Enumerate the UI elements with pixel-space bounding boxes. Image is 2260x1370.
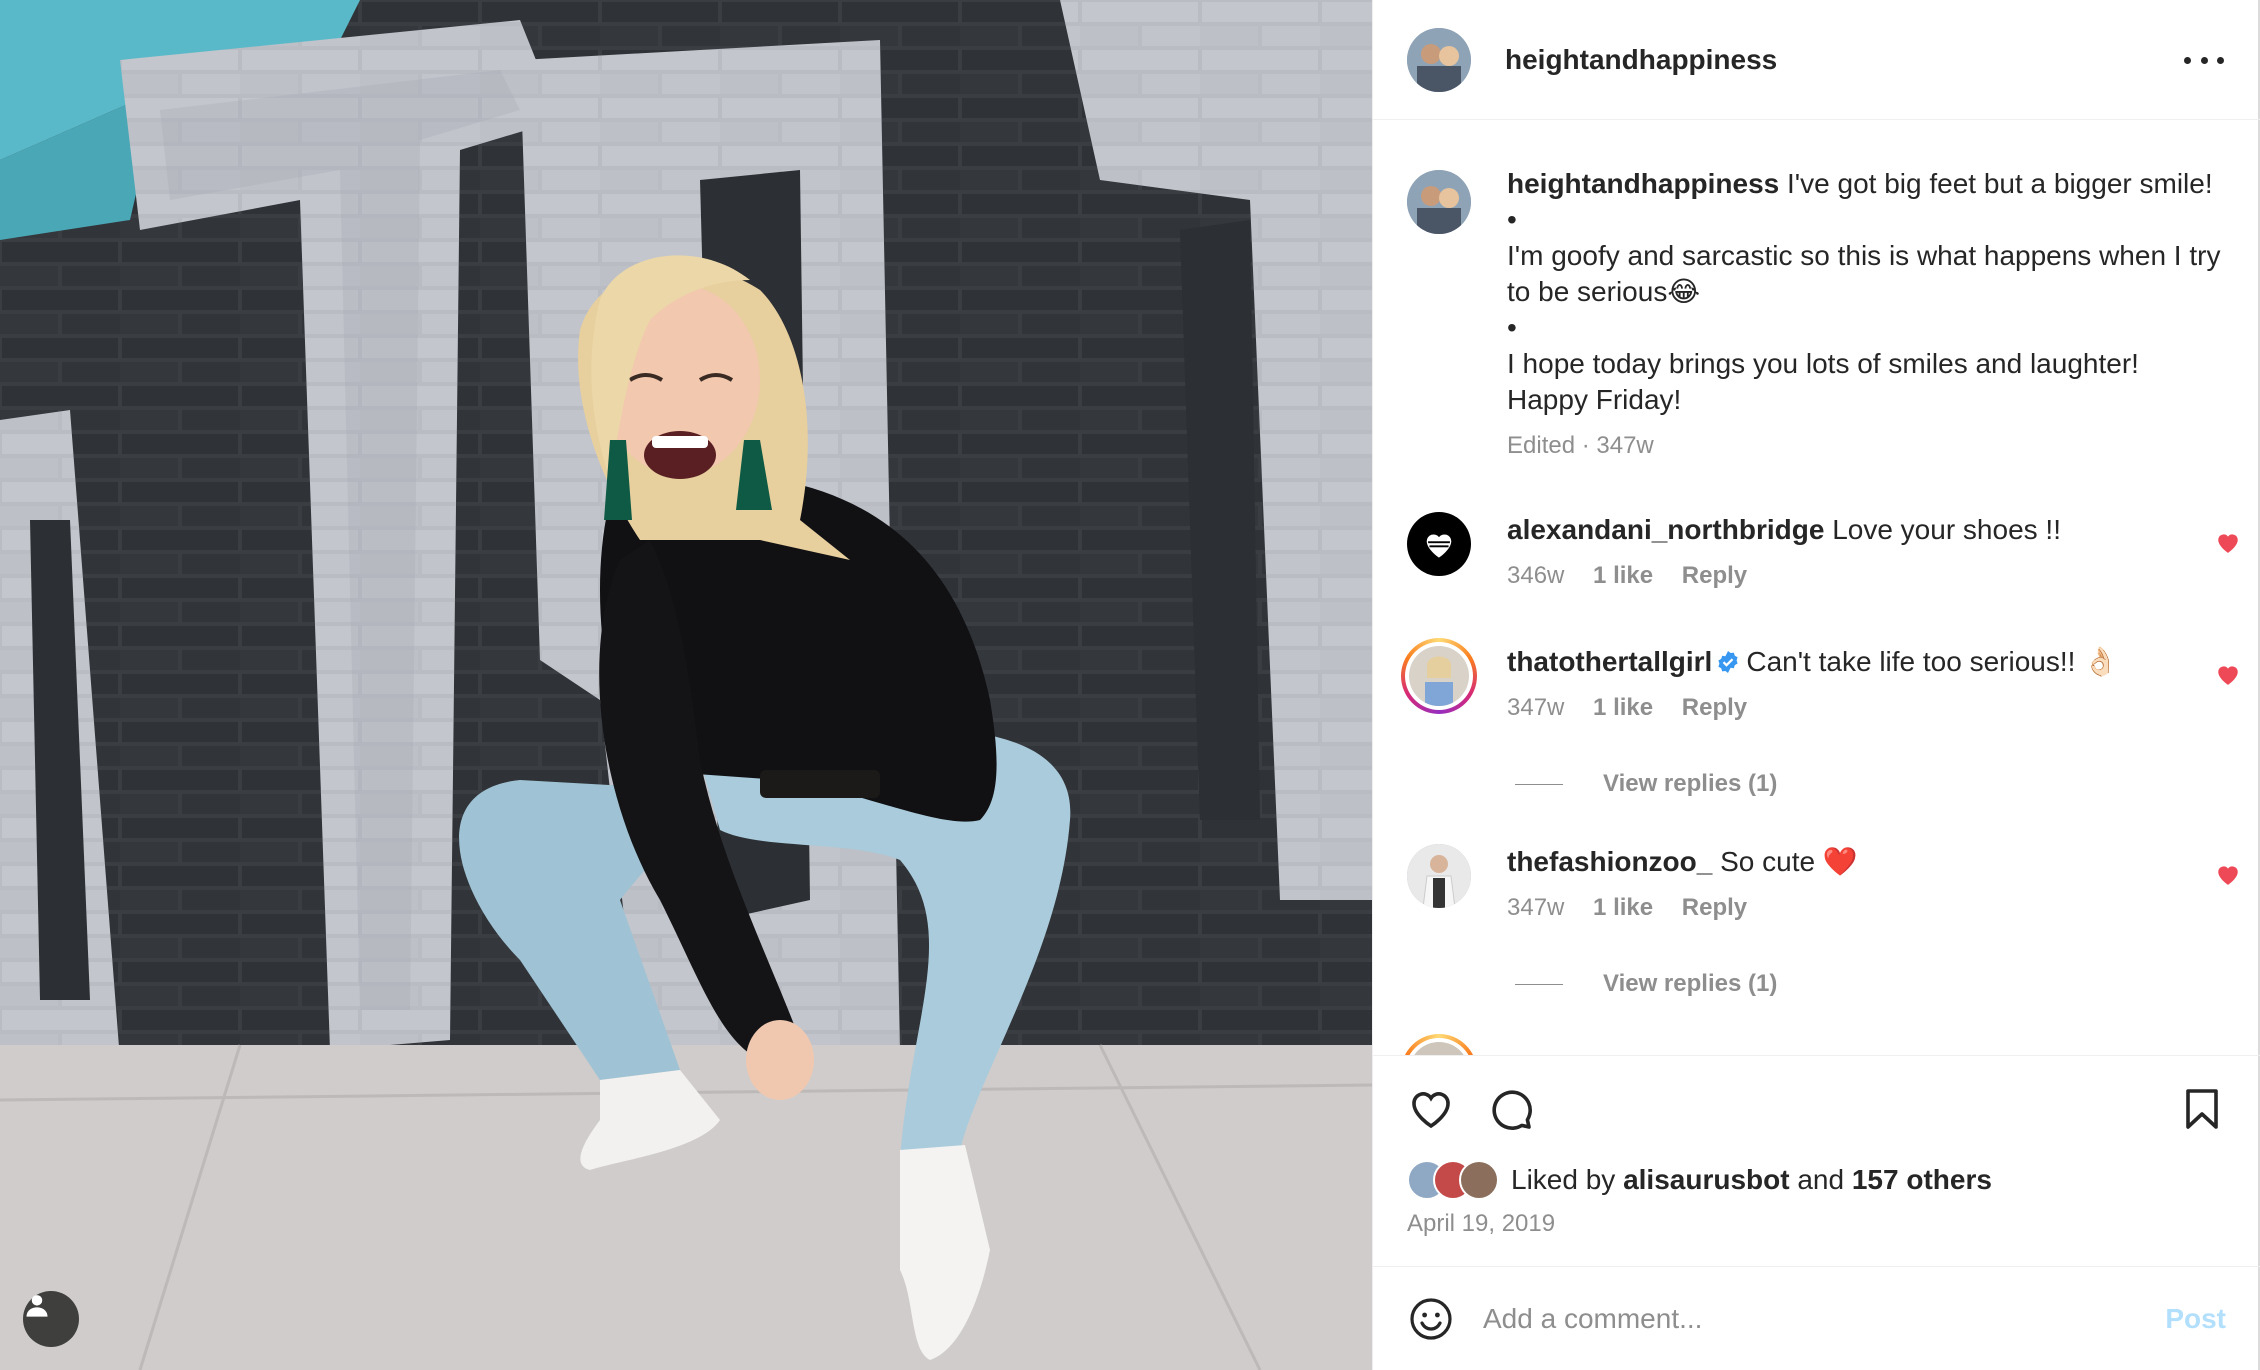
view-replies-button[interactable]: View replies (1) — [1515, 970, 1777, 998]
liked-heart-icon[interactable] — [2215, 530, 2241, 554]
reply-button[interactable]: Reply — [1682, 562, 1747, 589]
comments-list[interactable]: heightandhappiness I've got big feet but… — [1373, 120, 2260, 1055]
caption-line: • — [1507, 204, 1517, 235]
liked-heart-icon[interactable] — [2215, 662, 2241, 686]
comment-input[interactable] — [1483, 1302, 2123, 1335]
like-heart-icon[interactable] — [1407, 1085, 1455, 1133]
story-ring[interactable] — [1401, 638, 1477, 714]
liked-by-prefix: Liked by — [1511, 1164, 1616, 1195]
view-replies-label: View replies (1) — [1603, 970, 1778, 997]
liked-heart-icon[interactable] — [2215, 862, 2241, 886]
author-username[interactable]: heightandhappiness — [1505, 44, 1777, 76]
comment-content: thefashionzoo_ So cute ❤️ 347w 1 like Re… — [1507, 844, 2227, 926]
replies-divider — [1515, 983, 1563, 985]
caption-avatar[interactable] — [1407, 170, 1471, 234]
comment-likes[interactable]: 1 like — [1593, 562, 1653, 589]
replies-divider — [1515, 783, 1563, 785]
view-replies-label: View replies (1) — [1603, 770, 1778, 797]
reply-button[interactable]: Reply — [1682, 694, 1747, 721]
view-replies-button[interactable]: View replies (1) — [1515, 770, 1777, 798]
tagged-users-button[interactable] — [23, 1291, 79, 1347]
comment-likes[interactable]: 1 like — [1593, 894, 1653, 921]
commenter-avatar — [1409, 1042, 1469, 1055]
comment-username[interactable]: alexandani_northbridge — [1507, 514, 1824, 545]
liker-avatar — [1459, 1160, 1499, 1200]
comment-bubble-icon[interactable] — [1487, 1085, 1535, 1133]
liker-avatars[interactable] — [1407, 1160, 1499, 1200]
verified-badge-icon — [1718, 651, 1738, 673]
commenter-avatar[interactable] — [1407, 844, 1471, 908]
commenter-avatar — [1409, 646, 1469, 706]
comment-content: thatothertallgirl Can't take life too ser… — [1507, 644, 2227, 726]
more-options-icon[interactable] — [2184, 42, 2224, 78]
comment-username[interactable]: thatothertallgirl — [1507, 646, 1712, 677]
caption-line: • — [1507, 312, 1517, 343]
reply-button[interactable]: Reply — [1682, 894, 1747, 921]
comment-age[interactable]: 346w — [1507, 562, 1564, 589]
caption-username[interactable]: heightandhappiness — [1507, 168, 1779, 199]
caption-line: I'm goofy and sarcastic so this is what … — [1507, 240, 2221, 307]
post-details-panel: heightandhappiness heightandhappiness I'… — [1372, 0, 2260, 1370]
caption-line: I've got big feet but a bigger smile! — [1787, 168, 2213, 199]
comment-content: alexandani_northbridge Love your shoes !… — [1507, 512, 2227, 594]
comment-text: Love your shoes !! — [1832, 514, 2061, 545]
author-avatar[interactable] — [1407, 27, 1471, 92]
post-header: heightandhappiness — [1373, 0, 2260, 120]
caption-content: heightandhappiness I've got big feet but… — [1507, 166, 2227, 464]
comment-likes[interactable]: 1 like — [1593, 694, 1653, 721]
liked-by-joiner: and — [1797, 1164, 1845, 1195]
comment-age[interactable]: 347w — [1507, 694, 1564, 721]
liked-by-row: Liked by alisaurusbot and 157 others — [1407, 1160, 1992, 1200]
post-image[interactable] — [0, 0, 1372, 1370]
story-ring[interactable] — [1401, 1034, 1477, 1055]
post-button[interactable]: Post — [2165, 1303, 2226, 1335]
photo-woman-laughing-mural — [0, 0, 1372, 1370]
flag-heart-icon — [1426, 534, 1452, 558]
liked-by-user[interactable]: alisaurusbot — [1623, 1164, 1789, 1196]
emoji-icon[interactable] — [1407, 1295, 1455, 1343]
add-comment-bar: Post — [1373, 1266, 2260, 1370]
caption-edited: Edited · 347w — [1507, 432, 1654, 459]
comment-username[interactable]: thefashionzoo_ — [1507, 846, 1712, 877]
commenter-avatar[interactable] — [1407, 512, 1471, 576]
person-icon — [26, 1295, 48, 1317]
comment-text: Can't take life too serious!! 👌🏻 — [1746, 646, 2119, 677]
caption-line: I hope today brings you lots of smiles a… — [1507, 348, 2139, 415]
likes-count[interactable]: 157 others — [1852, 1164, 1992, 1196]
bookmark-icon[interactable] — [2178, 1085, 2226, 1133]
comment-text: So cute ❤️ — [1720, 846, 1858, 877]
comment-age[interactable]: 347w — [1507, 894, 1564, 921]
post-date[interactable]: April 19, 2019 — [1407, 1210, 1555, 1238]
